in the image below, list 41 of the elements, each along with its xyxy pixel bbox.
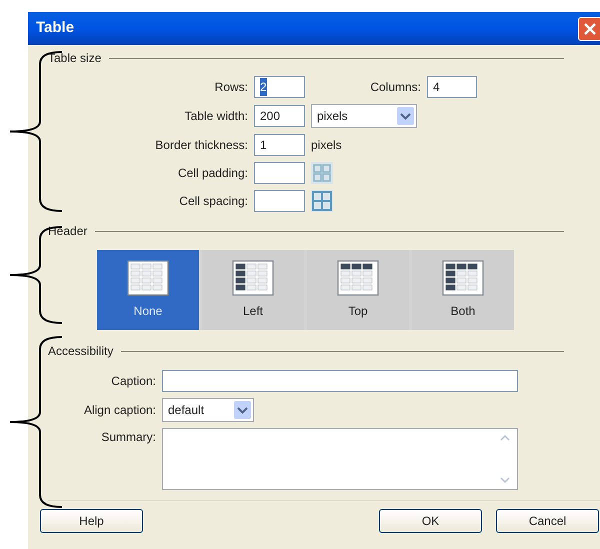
chevron-down-icon xyxy=(234,401,251,419)
field-label: Summary: xyxy=(101,429,156,446)
header-option[interactable]: Left xyxy=(202,250,304,330)
input-field[interactable] xyxy=(162,370,518,392)
input-field[interactable] xyxy=(254,162,305,184)
dialog-button[interactable]: Cancel xyxy=(496,509,599,533)
field-label: Align caption: xyxy=(84,402,156,419)
cell-padding-icon xyxy=(311,162,333,184)
group-legend: Table size xyxy=(48,49,102,67)
table-icon xyxy=(337,260,379,296)
close-icon xyxy=(584,22,596,34)
header-option[interactable]: None xyxy=(97,250,199,330)
group-legend: Accessibility xyxy=(48,342,114,360)
cell-spacing-icon xyxy=(311,190,333,212)
input-field[interactable]: 4 xyxy=(427,76,477,98)
header-option[interactable]: Top xyxy=(307,250,409,330)
table-icon xyxy=(232,260,274,296)
field-label: Table width: xyxy=(184,108,248,125)
summary-field[interactable] xyxy=(162,428,518,490)
dialog-button[interactable]: Help xyxy=(40,509,143,533)
field-label: Caption: xyxy=(111,373,156,390)
input-field[interactable]: 1 xyxy=(254,134,305,156)
table-icon xyxy=(442,260,484,296)
field-label: Cell spacing: xyxy=(179,193,248,210)
dropdown[interactable]: default xyxy=(162,398,254,422)
dialog-button[interactable]: OK xyxy=(379,509,482,533)
table-icon xyxy=(127,260,169,296)
close-button[interactable] xyxy=(578,16,600,40)
input-field[interactable]: 2 xyxy=(254,76,305,98)
field-label: Columns: xyxy=(370,79,421,96)
input-field[interactable]: 200 xyxy=(254,105,305,127)
dropdown[interactable]: pixels xyxy=(311,104,417,128)
field-label: Cell padding: xyxy=(178,165,248,182)
chevron-down-icon xyxy=(397,107,414,125)
group-legend: Header xyxy=(48,222,88,240)
window-title: Table xyxy=(36,18,74,38)
input-field[interactable] xyxy=(254,190,305,212)
field-label: Border thickness: xyxy=(155,137,248,154)
unit-label: pixels xyxy=(311,137,342,154)
field-label: Rows: xyxy=(214,79,248,96)
header-option[interactable]: Both xyxy=(412,250,514,330)
